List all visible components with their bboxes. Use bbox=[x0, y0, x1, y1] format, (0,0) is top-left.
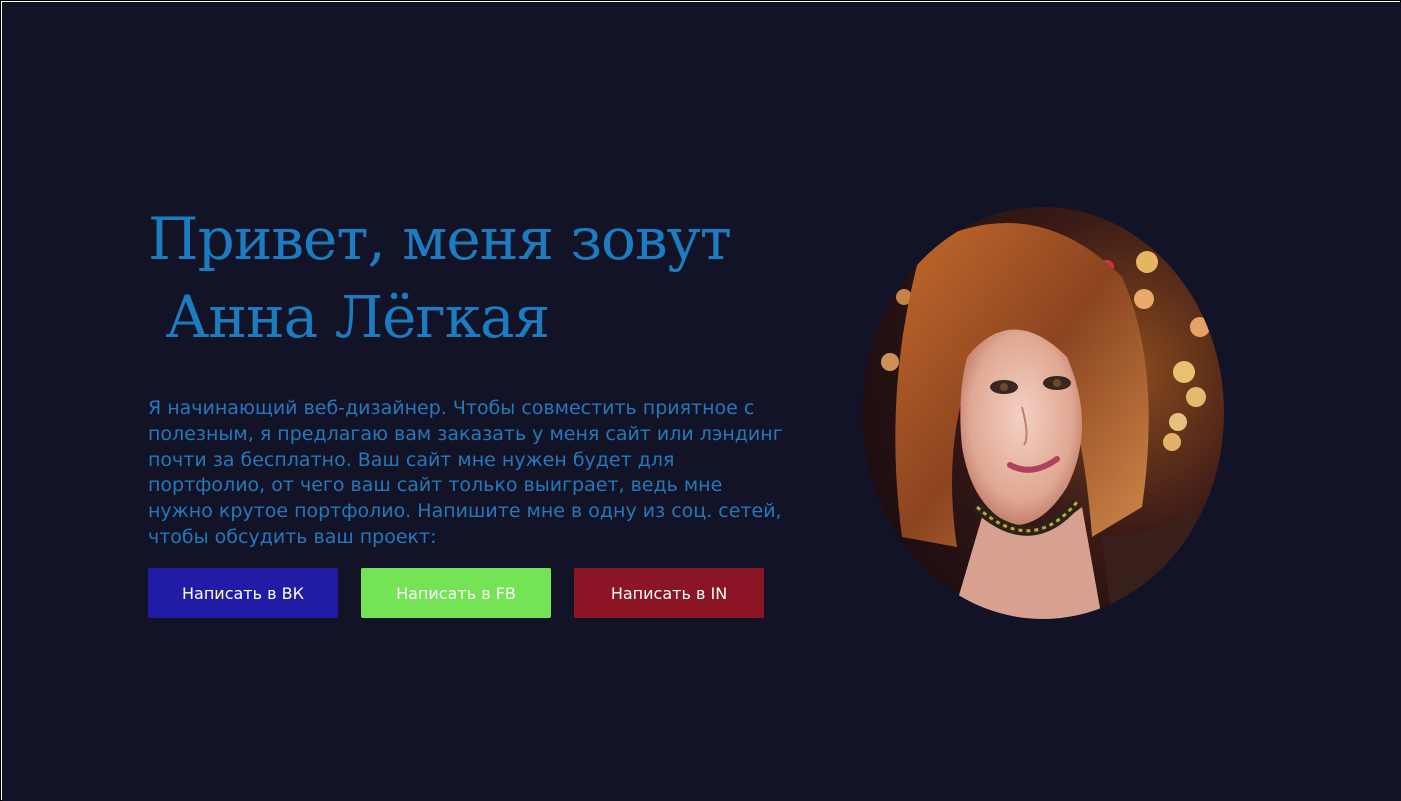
social-buttons: Написать в ВК Написать в FB Написать в I… bbox=[148, 568, 764, 618]
hero-heading-line1: Привет, меня зовут bbox=[148, 205, 732, 273]
landing-page: Привет, меня зовут Анна Лёгкая Я начинаю… bbox=[2, 2, 1401, 801]
hero-heading-name: Анна Лёгкая bbox=[148, 283, 550, 351]
write-fb-button[interactable]: Написать в FB bbox=[361, 568, 551, 618]
profile-photo bbox=[862, 207, 1224, 619]
portrait-image bbox=[862, 207, 1224, 619]
write-in-button[interactable]: Написать в IN bbox=[574, 568, 764, 618]
hero-heading: Привет, меня зовут Анна Лёгкая bbox=[148, 200, 732, 356]
write-vk-button[interactable]: Написать в ВК bbox=[148, 568, 338, 618]
hero-intro-text: Я начинающий веб-дизайнер. Чтобы совмест… bbox=[148, 397, 783, 548]
